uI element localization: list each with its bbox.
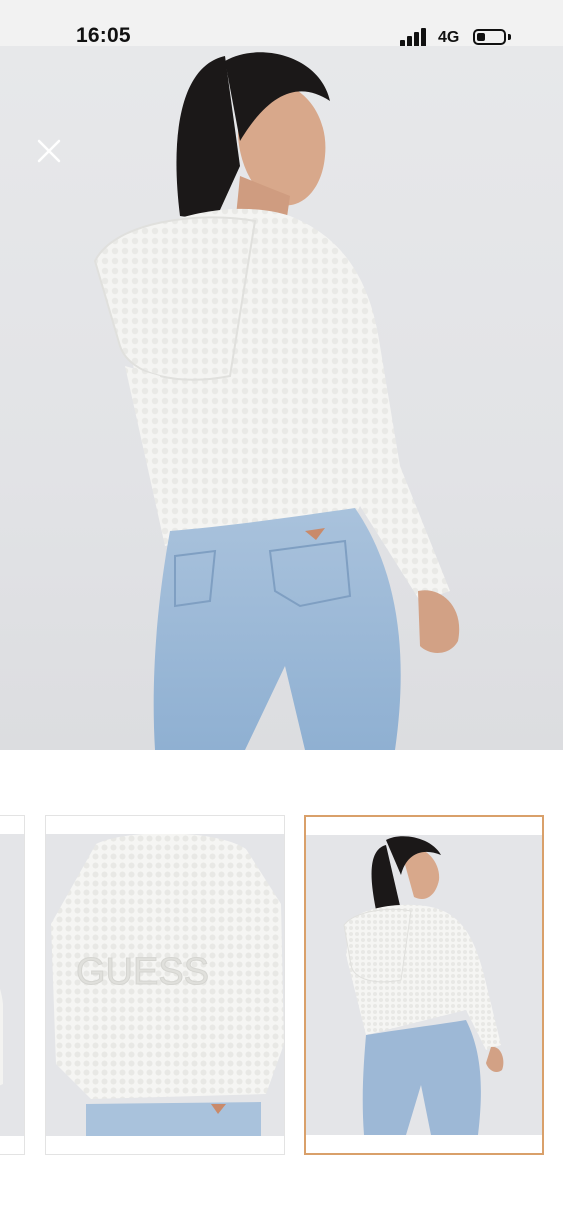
- thumbnail-strip[interactable]: GUESS: [0, 815, 563, 1157]
- thumbnail-1[interactable]: [0, 815, 25, 1155]
- svg-text:GUESS: GUESS: [76, 951, 209, 993]
- close-icon[interactable]: [36, 138, 62, 164]
- thumbnail-3-image: [306, 835, 542, 1135]
- thumbnail-3-selected[interactable]: [304, 815, 544, 1155]
- thumbnail-2-image: GUESS: [46, 834, 284, 1136]
- battery-cap: [508, 34, 511, 40]
- thumbnail-1-image: [0, 834, 24, 1136]
- status-bar: 16:05 4G: [0, 0, 563, 47]
- battery-icon: [473, 29, 506, 45]
- hero-product-image[interactable]: [0, 46, 563, 750]
- model-illustration: [93, 52, 460, 750]
- status-time: 16:05: [76, 24, 131, 47]
- network-type: 4G: [438, 29, 460, 46]
- signal-bars-icon: [400, 28, 430, 47]
- thumbnail-2[interactable]: GUESS: [45, 815, 285, 1155]
